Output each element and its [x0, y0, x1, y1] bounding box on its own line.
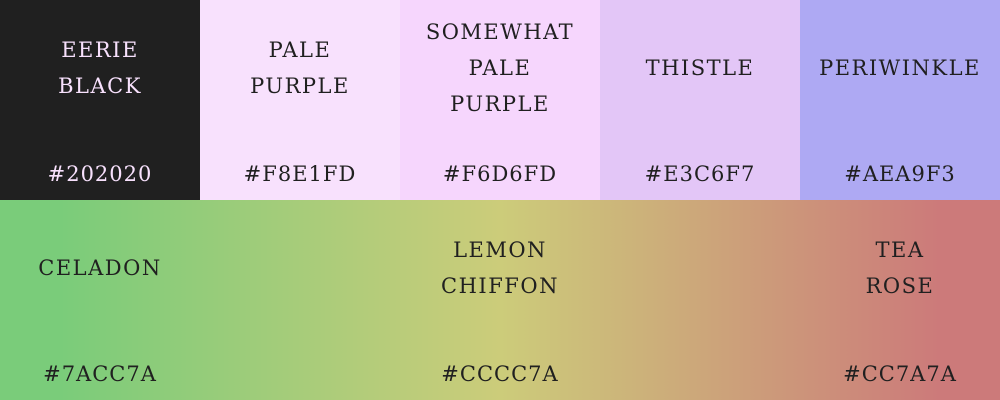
swatch-somewhat-pale-purple: SOMEWHAT PALE PURPLE #F6D6FD	[400, 0, 600, 200]
stop-name: TEA ROSE	[865, 238, 935, 298]
swatch-hex: #202020	[47, 162, 153, 186]
stop-hex: #CC7A7A	[843, 362, 957, 386]
stop-name: CELADON	[38, 256, 162, 280]
swatch-name: SOMEWHAT PALE PURPLE	[425, 20, 575, 116]
gradient-stop-celadon: CELADON #7ACC7A	[0, 200, 200, 400]
stop-hex: #CCCC7A	[441, 362, 559, 386]
swatch-pale-purple: PALE PURPLE #F8E1FD	[200, 0, 400, 200]
top-swatch-row: EERIE BLACK #202020 PALE PURPLE #F8E1FD …	[0, 0, 1000, 200]
swatch-name: PERIWINKLE	[819, 56, 981, 80]
swatch-hex: #F8E1FD	[243, 162, 357, 186]
gradient-stop-lemon-chiffon: LEMON CHIFFON #CCCC7A	[400, 200, 600, 400]
swatch-periwinkle: PERIWINKLE #AEA9F3	[800, 0, 1000, 200]
color-palette: EERIE BLACK #202020 PALE PURPLE #F8E1FD …	[0, 0, 1000, 400]
swatch-eerie-black: EERIE BLACK #202020	[0, 0, 200, 200]
stop-hex: #7ACC7A	[43, 362, 157, 386]
gradient-row: CELADON #7ACC7A LEMON CHIFFON #CCCC7A TE…	[0, 200, 1000, 400]
gradient-stop-tea-rose: TEA ROSE #CC7A7A	[800, 200, 1000, 400]
swatch-name: THISTLE	[645, 56, 755, 80]
swatch-name: EERIE BLACK	[58, 38, 142, 98]
swatch-thistle: THISTLE #E3C6F7	[600, 0, 800, 200]
swatch-hex: #E3C6F7	[644, 162, 756, 186]
stop-name: LEMON CHIFFON	[441, 238, 559, 298]
swatch-hex: #AEA9F3	[844, 162, 956, 186]
swatch-name: PALE PURPLE	[250, 38, 350, 98]
swatch-hex: #F6D6FD	[442, 162, 558, 186]
